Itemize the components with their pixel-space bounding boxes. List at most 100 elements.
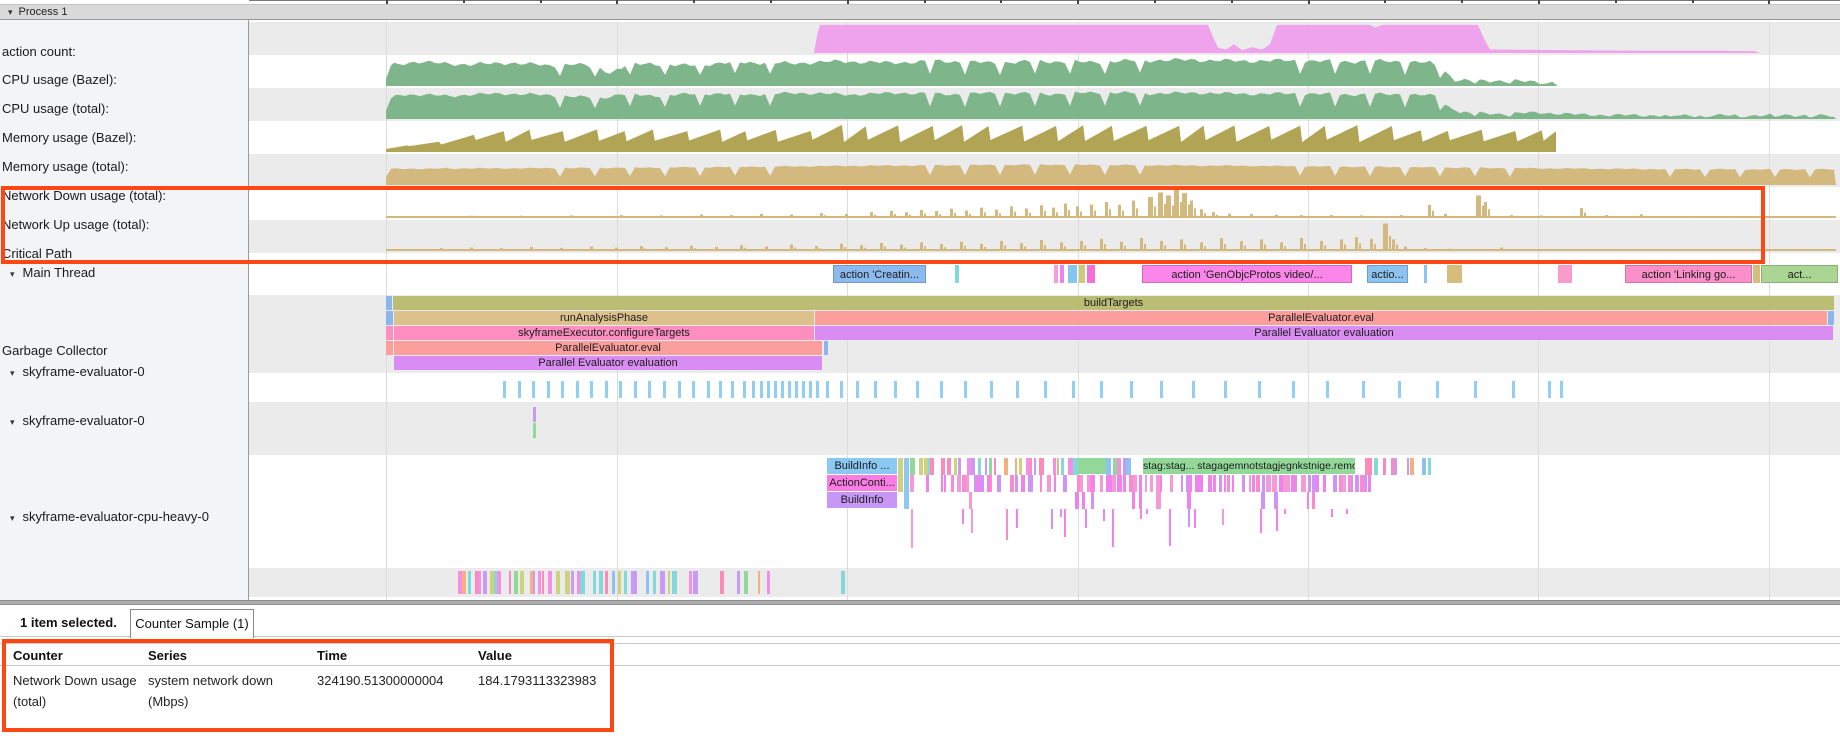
- event-tick[interactable]: [1040, 475, 1042, 492]
- event-tick[interactable]: [957, 475, 960, 492]
- expand-arrow-icon[interactable]: ▾: [10, 269, 15, 279]
- event-tick[interactable]: [668, 571, 670, 594]
- event-tick[interactable]: [1063, 475, 1067, 492]
- event-tick[interactable]: [1093, 475, 1095, 492]
- event-tick[interactable]: [1019, 458, 1022, 475]
- event-tick[interactable]: [1374, 458, 1378, 475]
- gc-event-tick[interactable]: [788, 381, 791, 398]
- event-tick[interactable]: [1132, 492, 1135, 509]
- event-tick[interactable]: [478, 571, 481, 594]
- gc-event-tick[interactable]: [648, 381, 651, 398]
- event-tick[interactable]: [1272, 475, 1277, 492]
- event-tick[interactable]: [1133, 475, 1137, 492]
- evaluator-event-tick[interactable]: [533, 407, 536, 422]
- event-tick[interactable]: [1126, 458, 1131, 475]
- flame-slice-parallelevaluator-eval[interactable]: ParallelEvaluator.eval: [394, 341, 822, 355]
- gc-event-tick[interactable]: [1224, 381, 1227, 398]
- sidebar-item-network-up-usage-total[interactable]: Network Up usage (total):: [2, 217, 149, 232]
- evaluator-event-tick[interactable]: [904, 458, 909, 509]
- event-tick[interactable]: [971, 458, 975, 475]
- event-tick[interactable]: [1232, 475, 1234, 492]
- event-tick[interactable]: [1364, 475, 1367, 492]
- event-tick[interactable]: [1112, 475, 1116, 492]
- event-tick[interactable]: [1156, 492, 1161, 509]
- event-tick[interactable]: [944, 475, 946, 492]
- gc-event-tick[interactable]: [1192, 381, 1195, 398]
- event-tick[interactable]: [1266, 475, 1271, 492]
- gc-event-tick[interactable]: [518, 381, 521, 398]
- event-tick[interactable]: [1200, 475, 1203, 492]
- track-network-up-usage-total[interactable]: [249, 220, 1840, 253]
- event-tick[interactable]: [994, 458, 997, 475]
- flame-slice-parallel-evaluator-evaluation[interactable]: Parallel Evaluator evaluation: [815, 326, 1833, 340]
- event-tick[interactable]: [1015, 475, 1019, 492]
- gc-event-tick[interactable]: [1130, 381, 1133, 398]
- gc-event-tick[interactable]: [1258, 381, 1261, 398]
- event-tick[interactable]: [1160, 475, 1163, 492]
- critical-path-tick[interactable]: [1054, 265, 1058, 283]
- event-tick[interactable]: [468, 571, 472, 594]
- event-tick[interactable]: [1383, 458, 1386, 475]
- event-tick[interactable]: [497, 571, 501, 594]
- event-tick[interactable]: [1195, 475, 1199, 492]
- event-tick[interactable]: [1219, 475, 1222, 492]
- critical-path-tick[interactable]: [1087, 265, 1095, 283]
- event-tick[interactable]: [1034, 458, 1036, 475]
- event-tick[interactable]: [693, 571, 697, 594]
- gc-event-tick[interactable]: [840, 381, 843, 398]
- event-tick[interactable]: [634, 571, 637, 594]
- gc-event-tick[interactable]: [894, 381, 897, 398]
- event-tick[interactable]: [744, 571, 748, 594]
- event-tick[interactable]: [653, 571, 656, 594]
- event-tick[interactable]: [1312, 492, 1315, 509]
- critical-path-segment-action-linking-go[interactable]: action 'Linking go...: [1625, 265, 1752, 283]
- gc-event-tick[interactable]: [774, 381, 777, 398]
- track-action-count[interactable]: [249, 22, 1840, 55]
- evaluator-slice-stage[interactable]: [1075, 458, 1106, 474]
- flame-slice-parallelevaluator-eval[interactable]: ParallelEvaluator.eval: [815, 311, 1827, 325]
- gc-event-tick[interactable]: [1292, 381, 1295, 398]
- gc-event-tick[interactable]: [634, 381, 637, 398]
- critical-path-tick[interactable]: [1753, 265, 1760, 283]
- event-tick[interactable]: [941, 458, 945, 475]
- gc-event-tick[interactable]: [809, 381, 812, 398]
- gc-event-tick[interactable]: [1072, 381, 1075, 398]
- event-tick[interactable]: [1145, 475, 1147, 492]
- event-tick[interactable]: [1054, 475, 1057, 492]
- event-tick[interactable]: [1355, 475, 1359, 492]
- event-tick[interactable]: [978, 458, 981, 475]
- evaluator-slice-stage[interactable]: stag:stag... stagagemnotstagjegnkstnige.…: [1143, 458, 1355, 474]
- event-tick[interactable]: [1189, 475, 1191, 492]
- event-tick[interactable]: [1410, 458, 1414, 475]
- gc-event-tick[interactable]: [692, 381, 695, 398]
- event-tick[interactable]: [1010, 475, 1014, 492]
- flame-slice[interactable]: [386, 311, 393, 325]
- gc-event-tick[interactable]: [1436, 381, 1439, 398]
- critical-path-tick[interactable]: [1447, 265, 1462, 283]
- gc-event-tick[interactable]: [990, 381, 993, 398]
- evaluator-slice-buildinfo[interactable]: BuildInfo: [827, 492, 897, 508]
- event-tick[interactable]: [1323, 475, 1326, 492]
- event-tick[interactable]: [1061, 458, 1065, 475]
- event-tick[interactable]: [514, 571, 518, 594]
- event-tick[interactable]: [767, 571, 770, 594]
- event-tick[interactable]: [580, 571, 585, 594]
- event-tick[interactable]: [1015, 458, 1018, 475]
- gc-event-tick[interactable]: [707, 381, 710, 398]
- event-tick[interactable]: [571, 571, 575, 594]
- flame-slice[interactable]: [824, 341, 828, 355]
- event-tick[interactable]: [941, 475, 943, 492]
- event-tick[interactable]: [910, 475, 914, 492]
- event-tick[interactable]: [542, 571, 544, 594]
- gc-event-tick[interactable]: [605, 381, 608, 398]
- event-tick[interactable]: [593, 571, 596, 594]
- event-tick[interactable]: [910, 458, 915, 475]
- gc-event-tick[interactable]: [1398, 381, 1401, 398]
- event-tick[interactable]: [1181, 475, 1183, 492]
- process-header[interactable]: ▾Process 1: [0, 4, 1840, 20]
- critical-path-tick[interactable]: [1068, 265, 1077, 283]
- evaluator-slice-buildinfo[interactable]: BuildInfo ...: [827, 458, 897, 474]
- sidebar-item-action-count[interactable]: action count:: [2, 44, 76, 59]
- flame-slice-skyframeexecutor-configuretargets[interactable]: skyframeExecutor.configureTargets: [394, 326, 814, 340]
- gc-event-tick[interactable]: [731, 381, 734, 398]
